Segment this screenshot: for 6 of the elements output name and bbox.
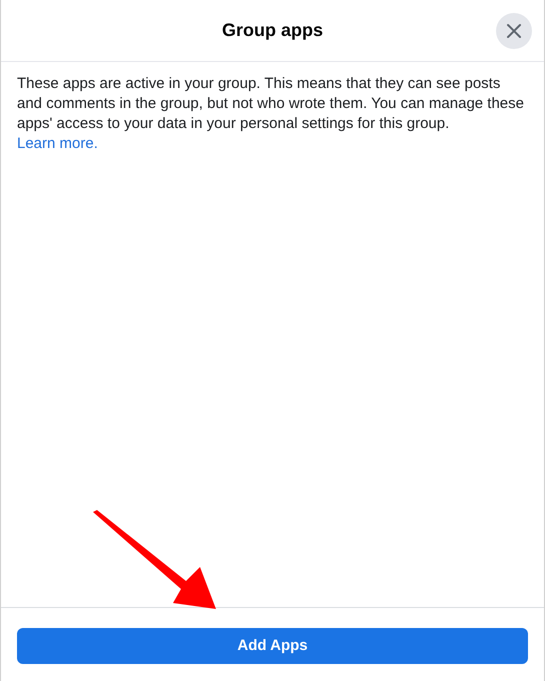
description-text: These apps are active in your group. This means that they can see posts and comments in the group, but not who wrote them. You can manage these apps' access to your data in your personal settings for this group. Learn more. xyxy=(17,74,525,154)
dialog-title: Group apps xyxy=(222,19,323,42)
add-apps-button[interactable]: Add Apps xyxy=(17,628,528,664)
learn-more-link[interactable]: Learn more. xyxy=(17,135,98,152)
close-button[interactable] xyxy=(496,13,532,49)
close-icon xyxy=(506,23,522,39)
